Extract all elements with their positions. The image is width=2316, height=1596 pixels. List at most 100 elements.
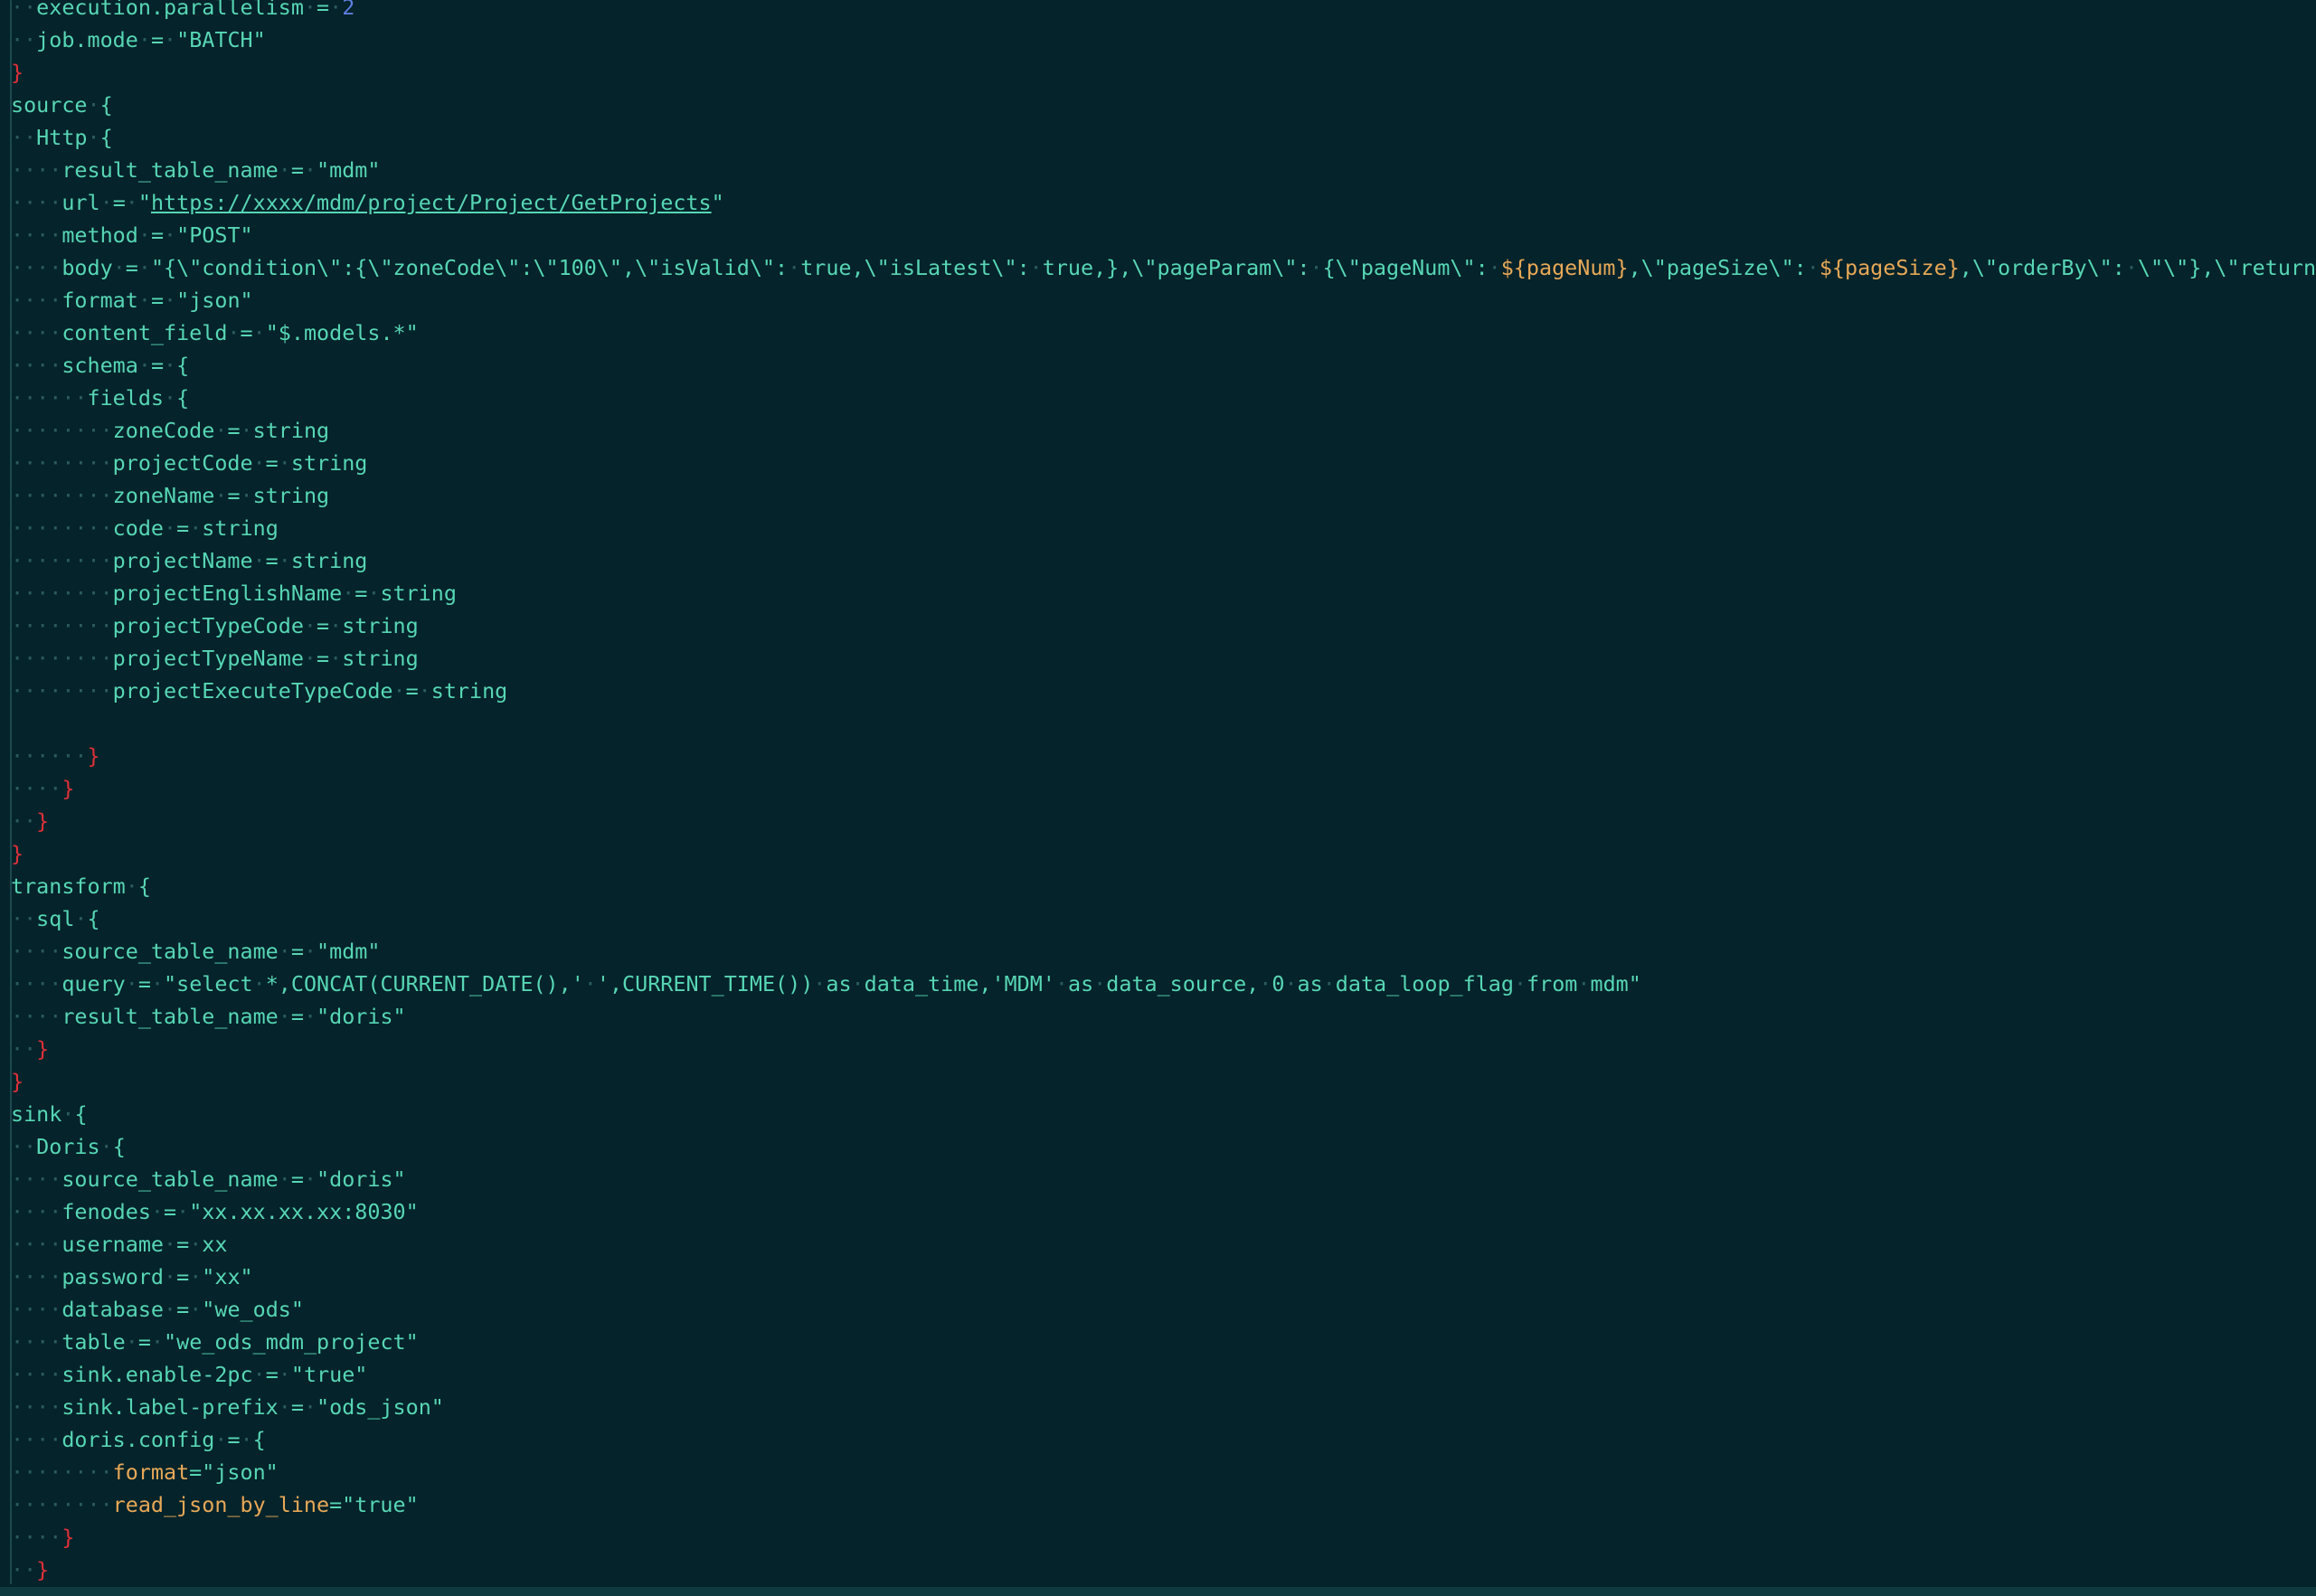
- code-line[interactable]: ········zoneCode·=·string: [0, 414, 2316, 447]
- code-line[interactable]: ····result_table_name·=·"doris": [0, 1000, 2316, 1033]
- code-line[interactable]: ······}: [0, 740, 2316, 772]
- code-token: 2: [342, 0, 355, 20]
- code-token: fenodes: [61, 1199, 151, 1224]
- code-area[interactable]: ··execution.parallelism·=·2 ··job.mode·=·…: [0, 0, 2316, 1586]
- code-line[interactable]: ··Doris·{: [0, 1130, 2316, 1163]
- closing-brace: }: [11, 60, 24, 85]
- code-token: zoneName: [112, 483, 215, 508]
- code-line[interactable]: ··job.mode·=·"BATCH": [0, 24, 2316, 56]
- indent-whitespace: ····: [11, 222, 62, 248]
- code-token: "json": [176, 288, 253, 313]
- code-line[interactable]: ··}: [0, 1033, 2316, 1065]
- indent-whitespace: ······: [11, 385, 88, 411]
- code-line[interactable]: ··}: [0, 805, 2316, 837]
- code-line[interactable]: ········code·=·string: [0, 512, 2316, 544]
- code-line[interactable]: ········projectExecuteTypeCode·=·string: [0, 675, 2316, 707]
- code-line[interactable]: ····result_table_name·=·"mdm": [0, 154, 2316, 186]
- indent-whitespace: ····: [11, 971, 62, 996]
- indent-whitespace: ····: [11, 288, 62, 313]
- code-token: format: [112, 1459, 190, 1485]
- code-token: doris.config: [61, 1427, 215, 1452]
- code-line[interactable]: ····password·=·"xx": [0, 1261, 2316, 1293]
- code-token: "{\"condition\":{\"zoneCode\":\"100\",\"…: [150, 255, 1501, 280]
- code-token: code: [112, 515, 165, 541]
- code-line[interactable]: ····query·=·"select·*,CONCAT(CURRENT_DAT…: [0, 968, 2316, 1000]
- code-token: ${pageNum}: [1500, 255, 1629, 280]
- code-token: ·=·: [303, 0, 343, 20]
- code-line[interactable]: ········zoneName·=·string: [0, 479, 2316, 512]
- code-line[interactable]: [0, 707, 2316, 740]
- code-token: ·=·: [164, 1232, 203, 1257]
- code-line[interactable]: ····source_table_name·=·"mdm": [0, 935, 2316, 968]
- code-line[interactable]: ··execution.parallelism·=·2: [0, 0, 2316, 24]
- indent-whitespace: ·: [87, 92, 100, 118]
- code-token: ·=·: [303, 646, 343, 671]
- code-token: table: [61, 1329, 126, 1355]
- code-line[interactable]: ········projectCode·=·string: [0, 447, 2316, 479]
- code-line[interactable]: ····source_table_name·=·"doris": [0, 1163, 2316, 1195]
- code-token: method: [61, 222, 138, 248]
- code-line[interactable]: ····}: [0, 1521, 2316, 1554]
- code-line[interactable]: ····sink.label-prefix·=·"ods_json": [0, 1391, 2316, 1423]
- code-line[interactable]: transform·{: [0, 870, 2316, 902]
- url-link: https://xxxx/mdm/project/Project/GetProj…: [150, 190, 712, 215]
- code-line[interactable]: ········projectEnglishName·=·string: [0, 577, 2316, 609]
- code-line[interactable]: ····schema·=·{: [0, 349, 2316, 382]
- code-line[interactable]: ····fenodes·=·"xx.xx.xx.xx:8030": [0, 1195, 2316, 1228]
- code-token: fields: [87, 385, 165, 411]
- indent-whitespace: ····: [11, 353, 62, 378]
- indent-whitespace: ····: [11, 1297, 62, 1322]
- code-token: ·=·: [252, 548, 291, 573]
- indent-whitespace: ········: [11, 613, 113, 638]
- code-line[interactable]: ········read_json_by_line="true": [0, 1488, 2316, 1521]
- code-token: projectName: [112, 548, 253, 573]
- code-token: ·=·: [150, 1199, 190, 1224]
- indent-whitespace: ··: [11, 125, 37, 150]
- code-line[interactable]: ······fields·{: [0, 382, 2316, 414]
- code-line[interactable]: ····content_field·=·"$.models.*": [0, 316, 2316, 349]
- code-line[interactable]: ····url·=·"https://xxxx/mdm/project/Proj…: [0, 186, 2316, 219]
- code-line[interactable]: sink·{: [0, 1098, 2316, 1130]
- code-line[interactable]: ····username·=·xx: [0, 1228, 2316, 1261]
- indent-whitespace: ·: [164, 385, 177, 411]
- code-line[interactable]: ····method·=·"POST": [0, 219, 2316, 251]
- code-line[interactable]: ····body·=·"{\"condition\":{\"zoneCode\"…: [0, 251, 2316, 284]
- code-token: "we_ods_mdm_project": [164, 1329, 419, 1355]
- code-token: url: [61, 190, 100, 215]
- code-token: ·=·: [303, 613, 343, 638]
- code-token: string: [290, 450, 368, 476]
- code-line[interactable]: ········format="json": [0, 1456, 2316, 1488]
- code-token: ·=·: [214, 483, 253, 508]
- code-token: {: [137, 874, 151, 899]
- code-token: result_table_name: [61, 157, 279, 183]
- code-line[interactable]: ········projectTypeCode·=·string: [0, 609, 2316, 642]
- code-token: "$.models.*": [265, 320, 419, 345]
- closing-brace: }: [36, 1557, 50, 1582]
- code-line[interactable]: ········projectTypeName·=·string: [0, 642, 2316, 675]
- horizontal-scrollbar[interactable]: [0, 1587, 2316, 1596]
- indent-whitespace: ··: [11, 1036, 37, 1062]
- code-line[interactable]: }: [0, 837, 2316, 870]
- indent-whitespace: ········: [11, 548, 113, 573]
- code-line[interactable]: }: [0, 56, 2316, 89]
- code-token: {: [99, 92, 113, 118]
- indent-whitespace: ··: [11, 0, 37, 20]
- code-line[interactable]: ··sql·{: [0, 902, 2316, 935]
- code-line[interactable]: ··}: [0, 1554, 2316, 1586]
- code-line[interactable]: source·{: [0, 89, 2316, 121]
- code-line[interactable]: ····sink.enable-2pc·=·"true": [0, 1358, 2316, 1391]
- code-token: ·=·: [392, 678, 431, 704]
- code-line[interactable]: ········projectName·=·string: [0, 544, 2316, 577]
- code-editor[interactable]: ··execution.parallelism·=·2 ··job.mode·=·…: [0, 0, 2316, 1596]
- code-line[interactable]: ····format·=·"json": [0, 284, 2316, 316]
- code-line[interactable]: ····doris.config·=·{: [0, 1423, 2316, 1456]
- code-token: ·=·: [278, 1004, 317, 1029]
- code-line[interactable]: ··Http·{: [0, 121, 2316, 154]
- code-line[interactable]: ····table·=·"we_ods_mdm_project": [0, 1326, 2316, 1358]
- indent-whitespace: ·: [87, 125, 100, 150]
- code-line[interactable]: ····}: [0, 772, 2316, 805]
- code-line[interactable]: }: [0, 1065, 2316, 1098]
- indent-whitespace: ····: [11, 1166, 62, 1192]
- code-line[interactable]: ····database·=·"we_ods": [0, 1293, 2316, 1326]
- indent-whitespace: ········: [11, 515, 113, 541]
